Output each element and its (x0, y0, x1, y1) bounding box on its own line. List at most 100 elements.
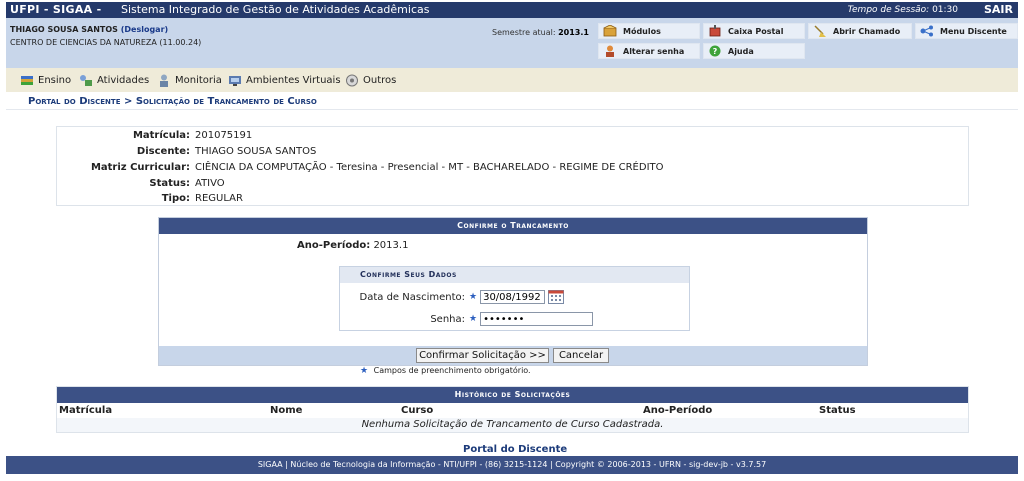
breadcrumb-path: Portal do Discente > Solicitação de Tran… (28, 96, 317, 107)
network-icon (920, 25, 934, 37)
top-bar: UFPI - SIGAA - Sistema Integrado de Gest… (6, 2, 1018, 18)
menu-item-monitoria[interactable]: Monitoria (157, 73, 222, 87)
status-label: Status: (149, 178, 190, 189)
matricula-value: 201075191 (195, 130, 253, 141)
confirm-data-caption: Confirme Seus Dados (340, 267, 689, 283)
required-star-icon: ★ (469, 292, 478, 302)
history-table: Histórico de Solicitações Matrícula Nome… (56, 386, 969, 433)
modules-label: Módulos (623, 26, 661, 36)
portal-link[interactable]: Portal do Discente (463, 444, 567, 455)
discente-label: Discente: (136, 146, 190, 157)
broom-icon (813, 25, 827, 37)
confirm-data-box: Confirme Seus Dados Data de Nascimento: … (339, 266, 690, 331)
menu-item-outros[interactable]: Outros (345, 73, 396, 87)
session-time: 01:30 (932, 5, 958, 15)
password-input[interactable] (480, 312, 594, 326)
menu-item-ambientes[interactable]: Ambientes Virtuais (228, 73, 341, 87)
period-value: 2013.1 (373, 240, 409, 251)
user-center: CENTRO DE CIENCIAS DA NATUREZA (11.00.24… (10, 38, 202, 47)
matricula-label: Matrícula: (132, 130, 190, 141)
help-button[interactable]: ? Ajuda (703, 43, 805, 59)
info-row-matriz: Matriz Curricular: CIÊNCIA DA COMPUTAÇÃO… (57, 162, 970, 176)
matriz-label: Matriz Curricular: (90, 162, 190, 173)
info-row-matricula: Matrícula: 201075191 (57, 130, 970, 144)
required-note-text: Campos de preenchimento obrigatório. (373, 366, 531, 375)
confirm-caption: Confirme o Trancamento (159, 218, 867, 234)
logout-link[interactable]: (Deslogar) (121, 25, 168, 34)
monitor-person-icon (157, 74, 171, 87)
menu-label-monitoria: Monitoria (175, 74, 222, 86)
period-label: Ano-Período: (297, 240, 371, 251)
change-password-button[interactable]: Alterar senha (598, 43, 700, 59)
student-menu-label: Menu Discente (940, 26, 1007, 36)
svg-text:?: ? (713, 47, 718, 56)
history-empty-message: Nenhuma Solicitação de Trancamento de Cu… (57, 418, 968, 432)
mailbox-label: Caixa Postal (728, 26, 784, 36)
cancel-button[interactable]: Cancelar (553, 348, 609, 363)
period-line: Ano-Período: 2013.1 (297, 240, 408, 251)
semester-label: Semestre atual: (492, 28, 556, 37)
activities-icon (79, 74, 93, 87)
history-col-matricula: Matrícula (59, 405, 113, 416)
breadcrumb-current: Solicitação de Trancamento de Curso (135, 96, 317, 107)
menu-label-outros: Outros (363, 74, 397, 86)
breadcrumb-root-link[interactable]: Portal do Discente (28, 96, 120, 107)
change-password-label: Alterar senha (623, 46, 685, 56)
history-caption: Histórico de Solicitações (57, 387, 968, 403)
virtual-env-icon (228, 74, 242, 87)
birth-date-input[interactable] (480, 290, 546, 304)
session-timer: Tempo de Sessão: 01:30 (848, 5, 958, 15)
tipo-value: REGULAR (195, 193, 243, 204)
student-info-box: Matrícula: 201075191 Discente: THIAGO SO… (56, 126, 969, 206)
info-row-discente: Discente: THIAGO SOUSA SANTOS (57, 146, 970, 160)
mailbox-button[interactable]: Caixa Postal (703, 23, 805, 39)
menu-item-ensino[interactable]: Ensino (20, 73, 71, 87)
menu-label-atividades: Atividades (97, 74, 150, 86)
breadcrumb-separator: > (120, 96, 136, 107)
tipo-label: Tipo: (161, 193, 190, 204)
status-value: ATIVO (195, 178, 225, 189)
other-icon (345, 74, 359, 87)
required-note: ★ Campos de preenchimento obrigatório. (360, 366, 531, 376)
user-info-bar: THIAGO SOUSA SANTOS (Deslogar) CENTRO DE… (6, 18, 1018, 68)
user-name: THIAGO SOUSA SANTOS (10, 25, 118, 34)
help-icon: ? (708, 45, 722, 57)
history-col-curso: Curso (401, 405, 434, 416)
history-header-row: Matrícula Nome Curso Ano-Período Status (57, 404, 968, 417)
current-semester: Semestre atual: 2013.1 (492, 28, 589, 37)
menu-label-ambientes: Ambientes Virtuais (246, 74, 341, 86)
history-col-ano-periodo: Ano-Período (643, 405, 713, 416)
matriz-value: CIÊNCIA DA COMPUTAÇÃO - Teresina - Prese… (195, 162, 664, 173)
info-row-status: Status: ATIVO (57, 178, 970, 192)
calendar-icon[interactable] (548, 290, 565, 304)
main-menu: Ensino Atividades Monitoria Ambientes Vi… (6, 68, 1018, 92)
history-col-status: Status (819, 405, 856, 416)
menu-item-atividades[interactable]: Atividades (79, 73, 149, 87)
student-menu-button[interactable]: Menu Discente (915, 23, 1018, 39)
breadcrumb: Portal do Discente > Solicitação de Tran… (6, 92, 1018, 110)
required-star-icon: ★ (469, 314, 478, 324)
confirm-action-bar: Confirmar Solicitação >> Cancelar (159, 346, 867, 365)
password-row: Senha: ★ (340, 311, 594, 327)
birth-label: Data de Nascimento: (359, 291, 465, 303)
footer: SIGAA | Núcleo de Tecnologia da Informaç… (6, 456, 1018, 474)
confirm-request-button[interactable]: Confirmar Solicitação >> (416, 348, 549, 363)
box-icon (603, 24, 617, 37)
modules-button[interactable]: Módulos (598, 23, 700, 39)
session-label: Tempo de Sessão: (847, 5, 930, 15)
user-name-line: THIAGO SOUSA SANTOS (Deslogar) (10, 25, 168, 34)
menu-label-ensino: Ensino (38, 74, 72, 86)
exit-link[interactable]: SAIR (984, 3, 1013, 16)
confirm-panel: Confirme o Trancamento Ano-Período: 2013… (158, 217, 868, 366)
required-star-icon: ★ (360, 366, 369, 376)
info-row-tipo: Tipo: REGULAR (57, 193, 970, 207)
history-col-nome: Nome (270, 405, 303, 416)
open-ticket-button[interactable]: Abrir Chamado (808, 23, 912, 39)
help-label: Ajuda (728, 46, 754, 56)
user-key-icon (603, 45, 617, 57)
semester-value: 2013.1 (558, 28, 589, 37)
discente-value: THIAGO SOUSA SANTOS (195, 146, 317, 157)
password-label: Senha: (430, 313, 465, 325)
system-name: Sistema Integrado de Gestão de Atividade… (121, 3, 430, 16)
birth-row: Data de Nascimento: ★ (340, 289, 565, 305)
